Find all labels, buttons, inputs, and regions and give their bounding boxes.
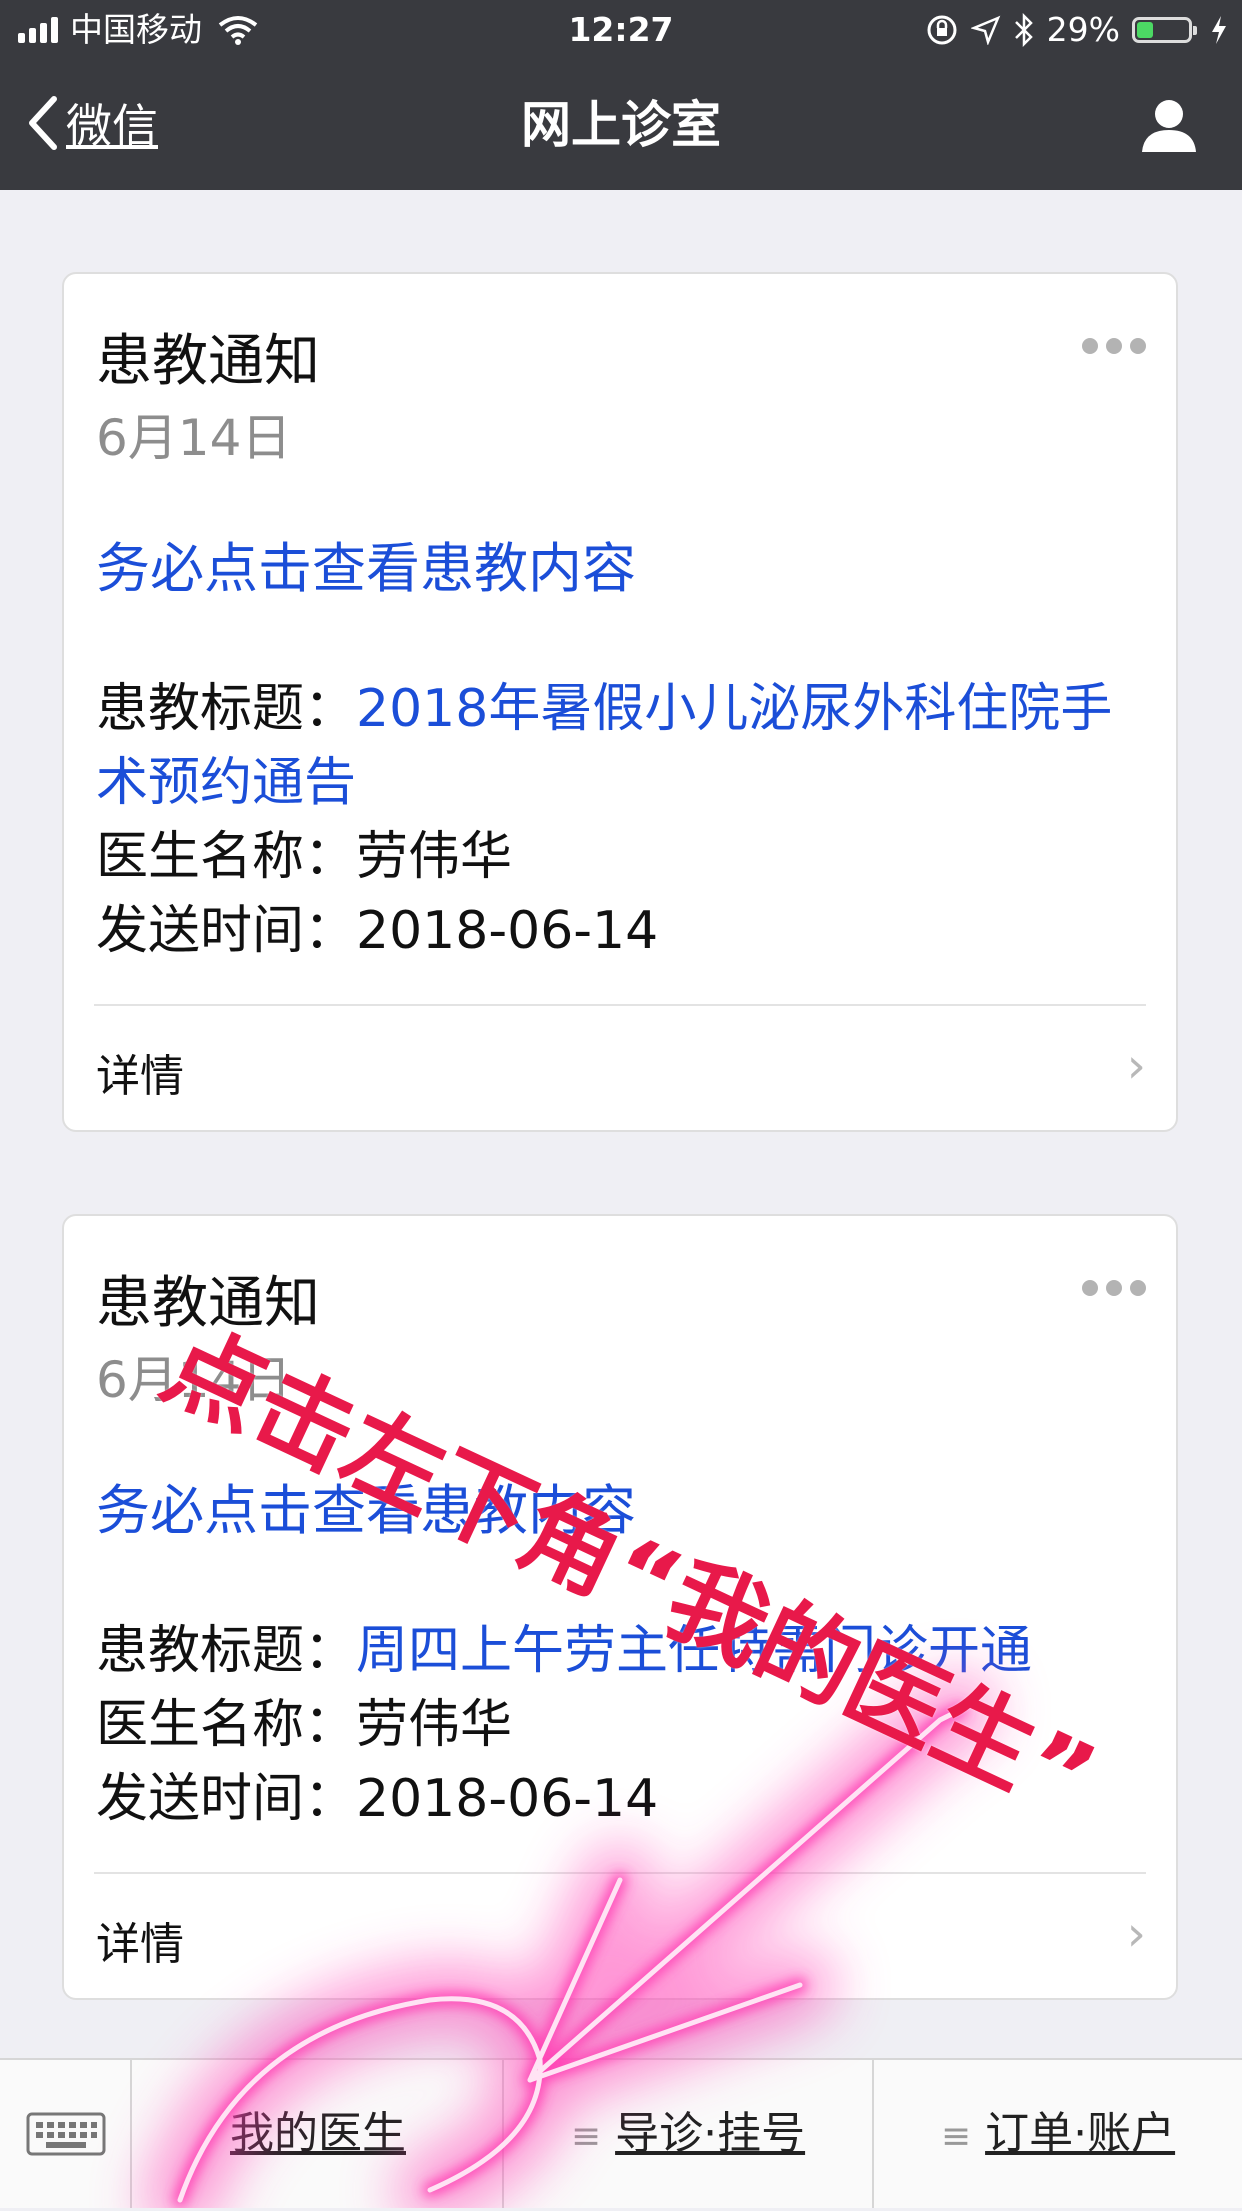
battery-percent: 29% — [1046, 10, 1120, 49]
page-title: 网上诊室 — [521, 96, 721, 154]
card-title: 患教通知 — [96, 329, 320, 394]
battery-level — [1137, 22, 1153, 38]
keyboard-icon — [26, 2112, 106, 2156]
field-value: 劳伟华 — [356, 827, 513, 887]
field-value: 2018-06-14 — [356, 901, 659, 961]
keyboard-toggle[interactable] — [0, 2060, 132, 2208]
details-row[interactable]: 详情 › — [64, 1876, 1176, 1998]
location-icon — [970, 15, 1000, 45]
details-label: 详情 — [96, 1051, 184, 1102]
field-label: 患教标题： — [96, 679, 357, 739]
chevron-right-icon: › — [1126, 1038, 1146, 1094]
field-row: 患教标题：2018年暑假小儿泌尿外科住院手术预约通告 — [96, 672, 1146, 820]
field-label: 患教标题： — [96, 1621, 357, 1681]
orientation-lock-icon — [927, 15, 957, 45]
divider — [94, 1004, 1146, 1006]
field-label: 医生名称： — [96, 827, 357, 887]
user-icon[interactable] — [1140, 96, 1198, 154]
menu-label: 导诊·挂号 — [615, 2108, 806, 2159]
menu-label: 订单·账户 — [985, 2108, 1176, 2159]
nav-bar: 微信 网上诊室 — [0, 60, 1242, 190]
field-label: 发送时间： — [96, 1769, 357, 1829]
field-label: 医生名称： — [96, 1695, 357, 1755]
menu-lines-icon: ≡ — [570, 2116, 602, 2157]
details-row[interactable]: 详情 › — [64, 1008, 1176, 1130]
menu-label: 我的医生 — [230, 2108, 406, 2159]
status-bar: 中国移动 12:27 29% — [0, 0, 1242, 60]
field-value: 2018-06-14 — [356, 1769, 659, 1829]
notice-card: 患教通知 6月14日 务必点击查看患教内容 患教标题：2018年暑假小儿泌尿外科… — [62, 272, 1178, 1132]
field-row: 发送时间：2018-06-14 — [96, 894, 1146, 968]
field-row: 医生名称：劳伟华 — [96, 820, 1146, 894]
top-bar: 中国移动 12:27 29% 微信 网上诊室 — [0, 0, 1242, 190]
charging-icon — [1212, 16, 1226, 44]
menu-lines-icon: ≡ — [940, 2116, 972, 2157]
card-date: 6月14日 — [96, 409, 292, 467]
bluetooth-icon — [1014, 13, 1033, 47]
field-value: 劳伟华 — [356, 1695, 513, 1755]
bottom-menu: 我的医生 ≡ 导诊·挂号 ≡ 订单·账户 — [0, 2058, 1242, 2208]
card-fields: 患教标题：2018年暑假小儿泌尿外科住院手术预约通告 医生名称：劳伟华 发送时间… — [96, 672, 1146, 968]
battery-icon — [1132, 17, 1197, 43]
more-options-icon[interactable] — [1082, 1280, 1146, 1296]
menu-my-doctor[interactable]: 我的医生 — [134, 2060, 502, 2208]
field-label: 发送时间： — [96, 901, 357, 961]
view-content-link[interactable]: 务必点击查看患教内容 — [96, 524, 636, 603]
details-label: 详情 — [96, 1919, 184, 1970]
more-options-icon[interactable] — [1082, 338, 1146, 354]
chevron-right-icon: › — [1126, 1906, 1146, 1962]
menu-orders-account[interactable]: ≡ 订单·账户 — [874, 2060, 1242, 2208]
divider — [94, 1872, 1146, 1874]
menu-guide-register[interactable]: ≡ 导诊·挂号 — [504, 2060, 872, 2208]
